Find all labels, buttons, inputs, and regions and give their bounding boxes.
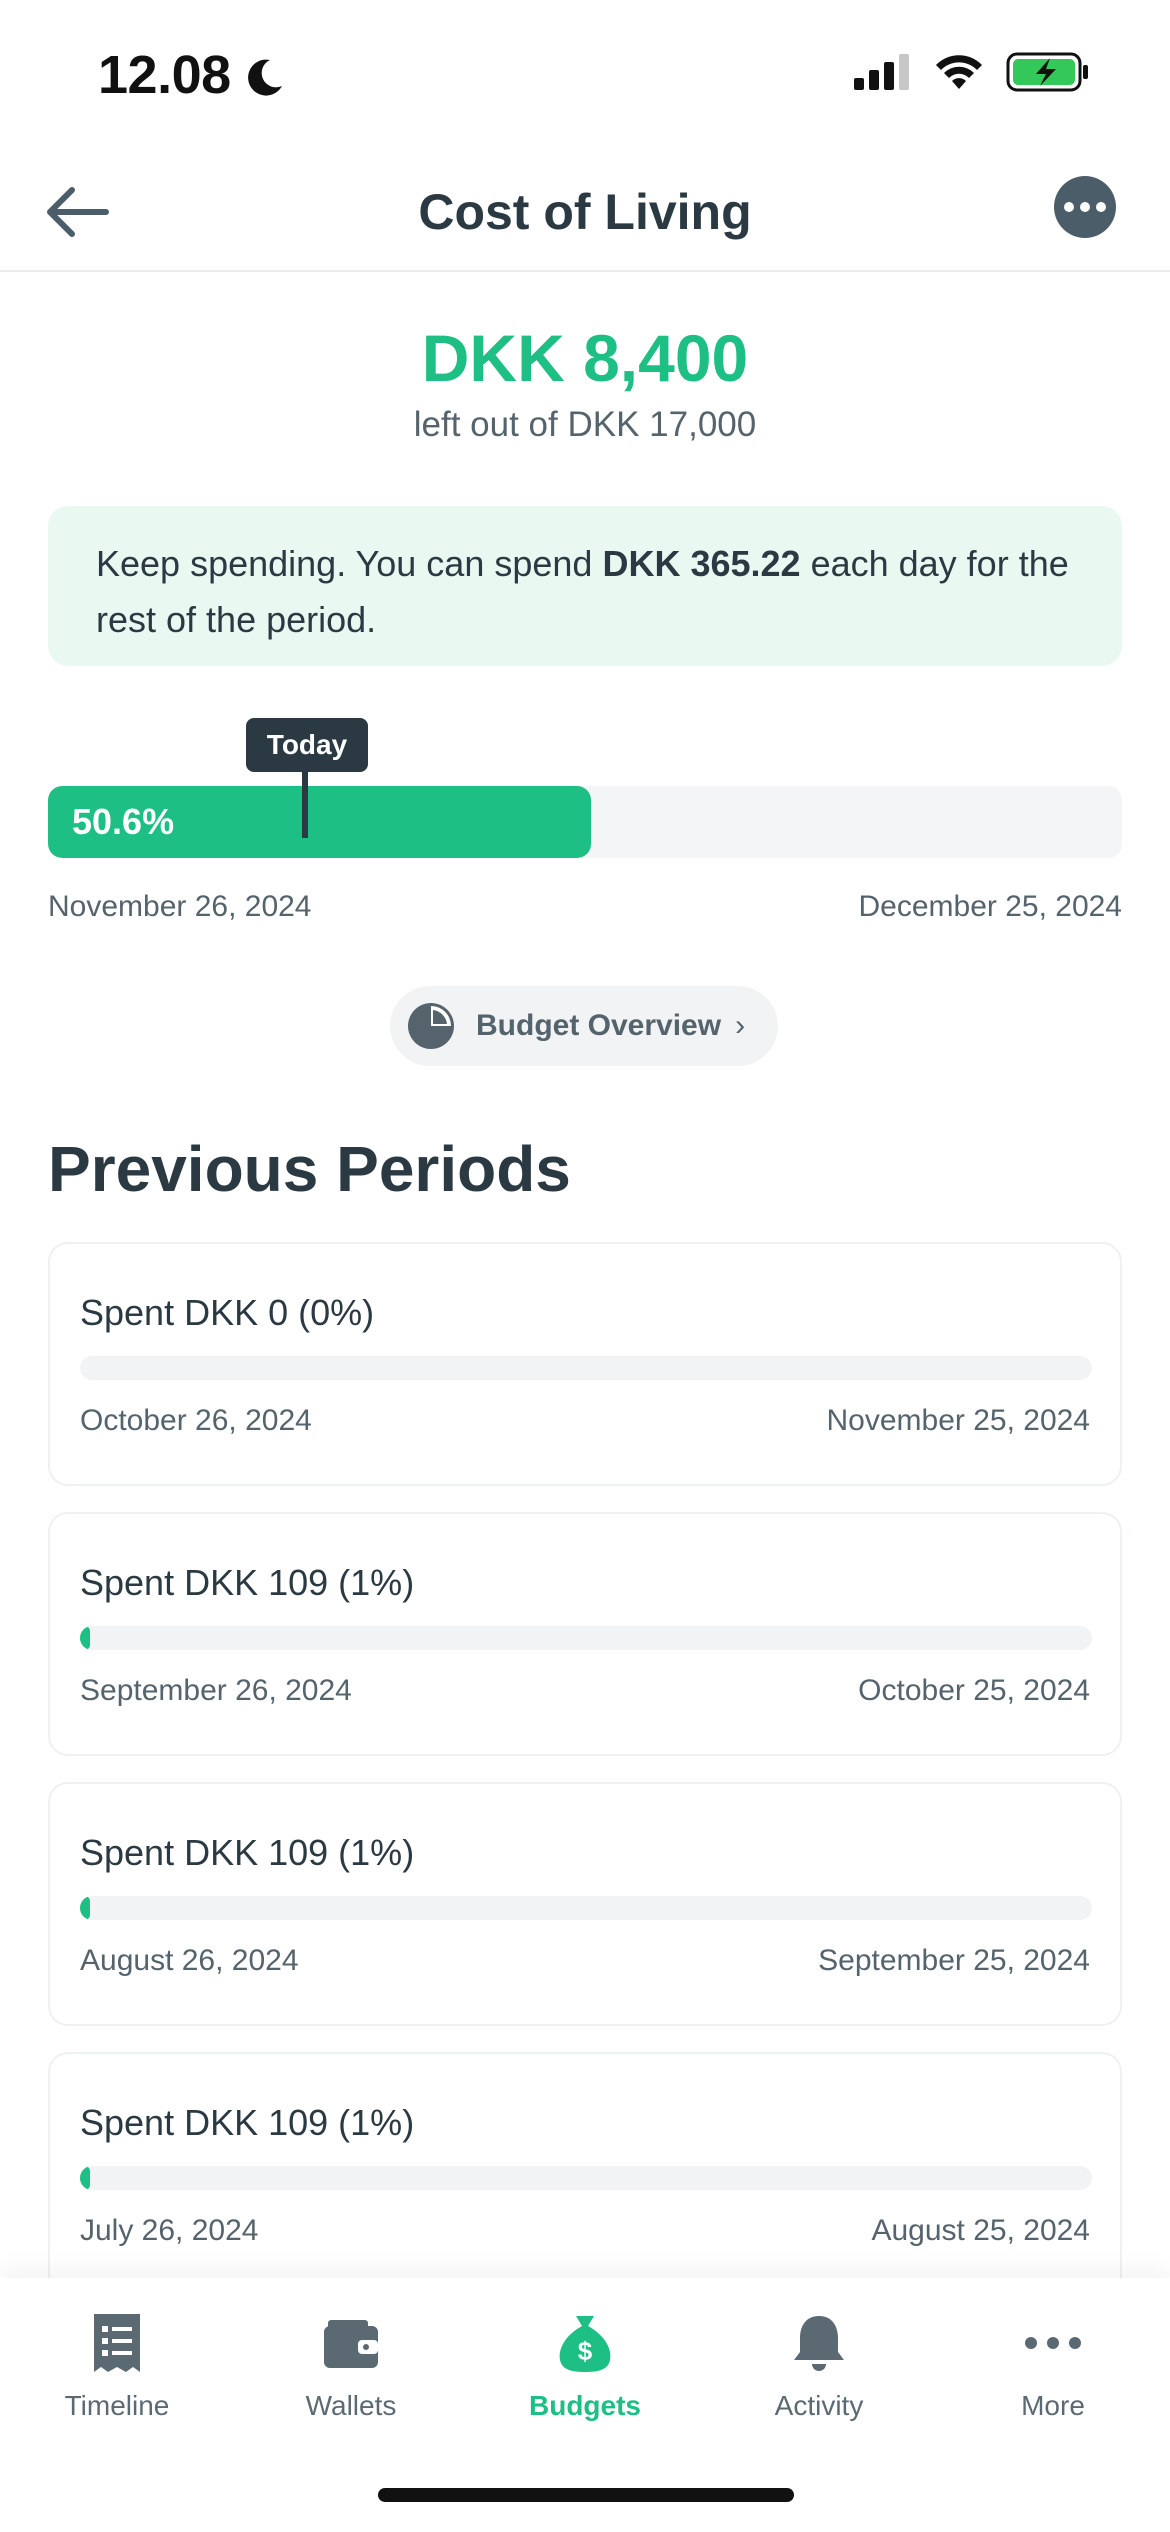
- tab-label: More: [1021, 2390, 1085, 2421]
- period-end-date: November 25, 2024: [826, 1404, 1091, 1437]
- wifi-icon: [936, 55, 982, 89]
- receipt-icon: [94, 2314, 140, 2372]
- spending-advice: Keep spending. You can spend DKK 365.22 …: [48, 506, 1122, 666]
- period-end-date: August 25, 2024: [871, 2214, 1090, 2247]
- period-start-date: September 26, 2024: [80, 1674, 352, 1707]
- advice-amount: DKK 365.22: [602, 543, 801, 584]
- period-end-date: October 25, 2024: [858, 1674, 1090, 1707]
- page-title: Cost of Living: [418, 184, 752, 240]
- tab-budgets[interactable]: $ Budgets: [468, 2300, 702, 2460]
- period-card[interactable]: Spent DKK 0 (0%) October 26, 2024 Novemb…: [48, 1242, 1122, 1486]
- period-card[interactable]: Spent DKK 109 (1%) July 26, 2024 August …: [48, 2052, 1122, 2296]
- wallet-icon: [324, 2320, 378, 2368]
- period-card[interactable]: Spent DKK 109 (1%) September 26, 2024 Oc…: [48, 1512, 1122, 1756]
- period-start-date: November 26, 2024: [48, 890, 312, 923]
- tab-label: Timeline: [64, 2390, 170, 2421]
- amount-subtitle: left out of DKK 17,000: [413, 405, 757, 444]
- more-dots-icon: [1025, 2337, 1081, 2349]
- advice-prefix: Keep spending. You can spend: [96, 543, 603, 584]
- period-spent: Spent DKK 0 (0%): [80, 1292, 375, 1333]
- period-end-date: September 25, 2024: [818, 1944, 1090, 1977]
- moon-icon: [248, 59, 282, 96]
- status-time: 12.08: [98, 45, 231, 105]
- progress-percentage: 50.6%: [72, 801, 175, 842]
- period-end-date: December 25, 2024: [858, 890, 1123, 923]
- signal-icon: [854, 54, 909, 90]
- navigation-bar: Cost of Living: [0, 150, 1170, 272]
- period-start-date: October 26, 2024: [80, 1404, 312, 1437]
- period-progress-fill: [80, 1626, 91, 1650]
- dot-icon: [1080, 202, 1090, 212]
- tab-activity[interactable]: Activity: [702, 2300, 936, 2460]
- today-marker: [302, 770, 308, 838]
- period-start-date: August 26, 2024: [80, 1944, 299, 1977]
- dot-icon: [1064, 202, 1074, 212]
- period-progress-bar: [80, 1896, 1092, 1920]
- tab-label: Budgets: [529, 2390, 641, 2421]
- today-marker-label: Today: [246, 718, 368, 772]
- period-progress-bar: [80, 1626, 1092, 1650]
- period-spent: Spent DKK 109 (1%): [80, 2102, 415, 2143]
- tab-label: Wallets: [305, 2390, 397, 2421]
- budget-overview-label: Budget Overview: [476, 1009, 722, 1042]
- period-spent: Spent DKK 109 (1%): [80, 1832, 415, 1873]
- period-progress-bar: [80, 2166, 1092, 2190]
- period-spent: Spent DKK 109 (1%): [80, 1562, 415, 1603]
- budget-progress-bar: 50.6%: [48, 786, 1122, 858]
- period-progress-fill: [80, 1896, 91, 1920]
- budget-detail-screen: 12.08 Cost of Living DKK 8,400 left out …: [0, 0, 1170, 2532]
- tab-label: Activity: [774, 2390, 864, 2421]
- chevron-right-icon: ›: [735, 1009, 746, 1042]
- tab-timeline[interactable]: Timeline: [0, 2300, 234, 2460]
- money-bag-icon: $: [559, 2316, 611, 2372]
- bell-icon: [794, 2316, 844, 2371]
- period-progress-fill: [80, 2166, 91, 2190]
- period-progress-bar: [80, 1356, 1092, 1380]
- previous-periods-title: Previous Periods: [48, 1133, 571, 1205]
- svg-text:$: $: [578, 2336, 593, 2366]
- home-indicator: [378, 2488, 794, 2502]
- amount-left: DKK 8,400: [421, 321, 749, 395]
- tab-wallets[interactable]: Wallets: [234, 2300, 468, 2460]
- budget-overview-button[interactable]: Budget Overview ›: [390, 986, 778, 1066]
- period-card[interactable]: Spent DKK 109 (1%) August 26, 2024 Septe…: [48, 1782, 1122, 2026]
- status-icons: [854, 52, 1090, 92]
- period-start-date: July 26, 2024: [80, 2214, 259, 2247]
- dot-icon: [1096, 202, 1106, 212]
- more-options-button[interactable]: [1054, 176, 1116, 238]
- pie-chart-icon: [408, 1003, 454, 1049]
- budget-progress-fill: 50.6%: [48, 786, 592, 858]
- status-bar: 12.08: [0, 0, 1170, 150]
- battery-charging-icon: [1006, 52, 1088, 92]
- tab-more[interactable]: More: [936, 2300, 1170, 2460]
